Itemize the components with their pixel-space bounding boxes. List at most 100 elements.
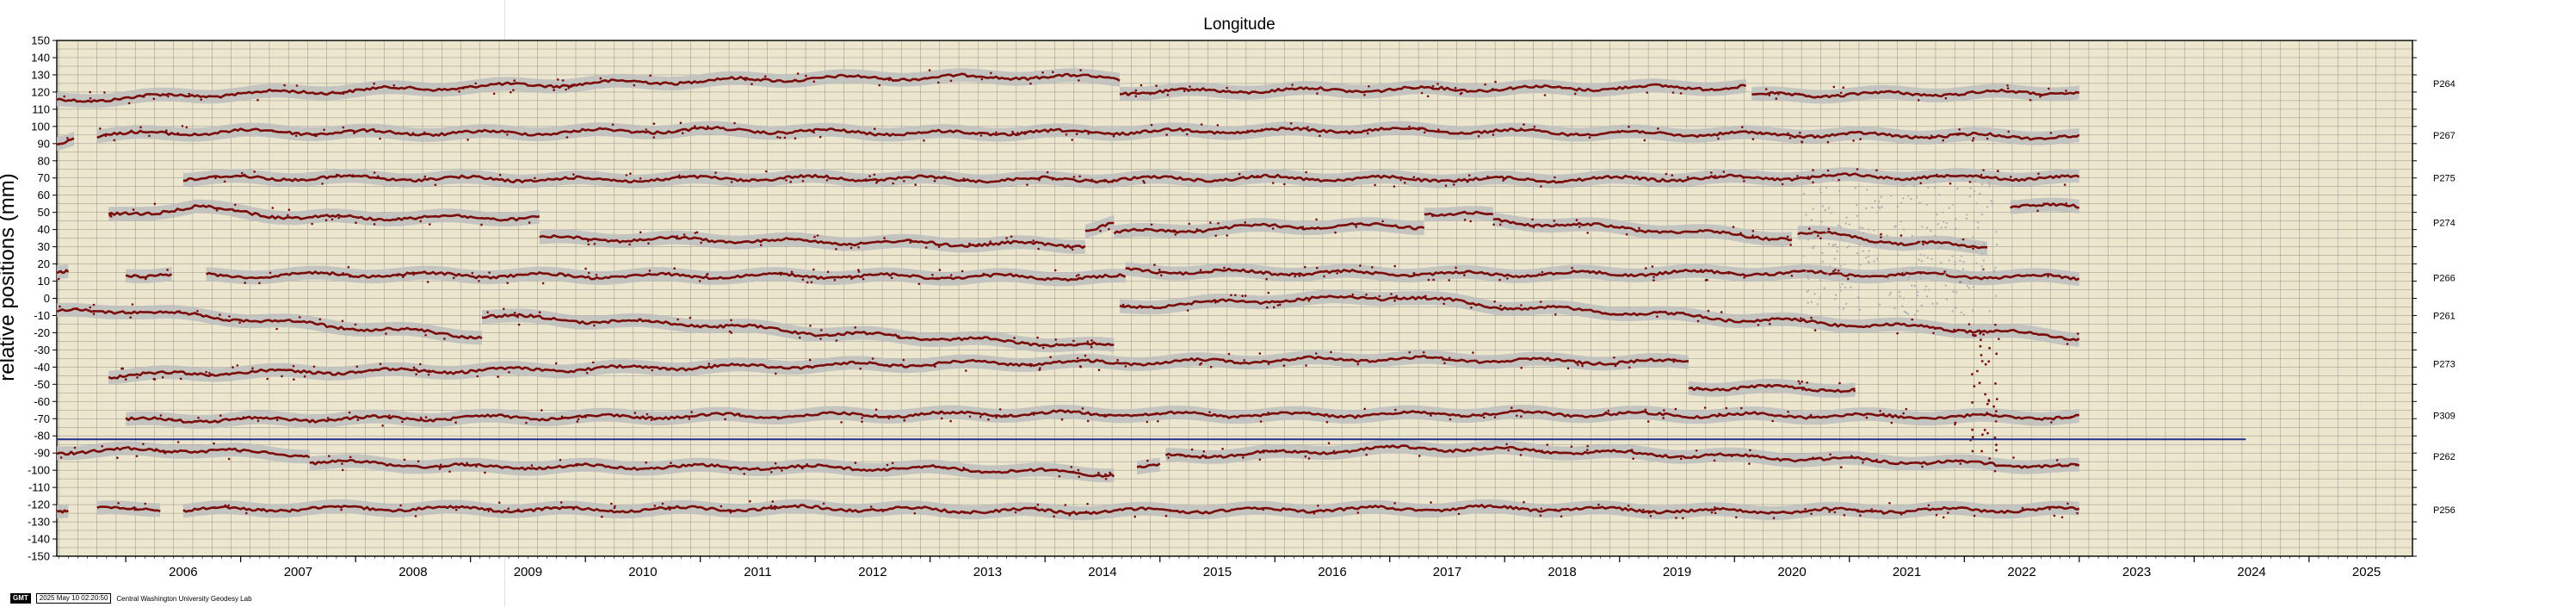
- data-point: [883, 237, 886, 239]
- data-point: [1919, 182, 1922, 184]
- data-point: [1627, 505, 1630, 507]
- noise-point: [1980, 265, 1983, 268]
- data-point: [1097, 471, 1100, 474]
- noise-point: [1942, 220, 1945, 223]
- data-point: [1896, 331, 1899, 335]
- data-point: [987, 418, 990, 421]
- noise-point: [1845, 216, 1848, 219]
- data-point: [1927, 504, 1930, 507]
- noise-point: [1842, 272, 1845, 275]
- noise-point: [1839, 237, 1842, 240]
- data-point: [349, 455, 352, 459]
- data-point: [512, 89, 515, 91]
- data-point: [612, 467, 615, 469]
- data-point: [1809, 413, 1813, 417]
- data-point: [1323, 414, 1326, 418]
- data-point: [342, 126, 345, 129]
- noise-point: [1842, 307, 1844, 310]
- data-point: [1586, 449, 1589, 451]
- data-point: [1304, 265, 1307, 269]
- data-point: [1049, 356, 1052, 359]
- noise-point: [1960, 238, 1962, 240]
- data-point: [379, 137, 381, 140]
- data-point: [411, 132, 415, 134]
- noise-point: [1862, 232, 1865, 234]
- noise-point: [1987, 185, 1991, 188]
- data-point: [1801, 381, 1803, 383]
- data-point: [770, 471, 773, 474]
- data-point: [559, 458, 562, 461]
- data-point: [584, 416, 587, 418]
- noise-point: [1937, 223, 1939, 226]
- data-point: [1973, 514, 1976, 517]
- data-point: [1072, 470, 1075, 474]
- noise-point: [1902, 197, 1905, 200]
- station-label: P309: [2433, 411, 2456, 421]
- data-point: [700, 241, 702, 245]
- data-point: [645, 128, 648, 131]
- x-tick-label: 2009: [514, 565, 542, 579]
- data-point: [1420, 91, 1424, 95]
- data-point: [403, 458, 406, 461]
- data-point: [938, 269, 942, 271]
- data-point: [601, 515, 603, 518]
- data-point: [1727, 272, 1730, 275]
- data-point: [1276, 304, 1280, 307]
- data-point: [937, 81, 940, 84]
- station-label: P261: [2433, 311, 2456, 321]
- data-point: [1282, 364, 1286, 367]
- data-point: [1426, 95, 1430, 98]
- data-point: [2048, 87, 2050, 90]
- noise-point: [1994, 266, 1997, 269]
- data-point: [676, 235, 678, 238]
- data-point: [1150, 123, 1153, 127]
- noise-point: [1945, 271, 1949, 274]
- noise-point: [1901, 305, 1904, 307]
- data-point: [816, 463, 819, 467]
- data-point: [1086, 503, 1089, 505]
- noise-point: [1893, 307, 1896, 310]
- data-point: [2053, 514, 2056, 517]
- data-point: [1241, 294, 1244, 298]
- data-point: [809, 325, 812, 327]
- data-point: [331, 90, 334, 93]
- data-point: [1070, 466, 1073, 468]
- data-point: [1271, 182, 1275, 184]
- data-point: [885, 469, 887, 472]
- data-point: [1418, 127, 1420, 129]
- data-point: [819, 329, 823, 331]
- data-point: [244, 173, 246, 177]
- data-point: [1628, 366, 1631, 369]
- noise-point: [1986, 280, 1989, 282]
- noise-point: [1902, 297, 1906, 300]
- data-point: [412, 273, 415, 276]
- data-point: [1275, 449, 1277, 452]
- data-point: [1190, 448, 1194, 451]
- data-point: [1662, 417, 1665, 419]
- noise-point: [1886, 180, 1889, 183]
- y-tick-label: 120: [31, 85, 50, 98]
- data-point: [1777, 93, 1780, 96]
- data-point: [1298, 275, 1301, 277]
- data-point: [1573, 92, 1577, 96]
- noise-point: [1911, 284, 1913, 287]
- data-point: [647, 242, 650, 245]
- data-point: [1418, 455, 1421, 457]
- data-point: [1806, 381, 1808, 384]
- data-point: [1935, 513, 1938, 517]
- noise-point: [1816, 303, 1819, 306]
- data-point: [373, 82, 376, 85]
- y-tick-label: 140: [31, 51, 50, 64]
- data-point: [324, 505, 326, 509]
- data-point: [1988, 457, 1991, 460]
- data-point: [751, 83, 753, 85]
- data-point: [166, 269, 169, 271]
- data-point: [835, 248, 837, 251]
- data-point: [356, 418, 360, 422]
- data-point: [1034, 506, 1037, 509]
- noise-point: [1871, 206, 1874, 209]
- data-point: [1900, 513, 1903, 516]
- data-point: [1226, 234, 1228, 237]
- data-point: [492, 92, 496, 96]
- data-point: [1381, 220, 1384, 223]
